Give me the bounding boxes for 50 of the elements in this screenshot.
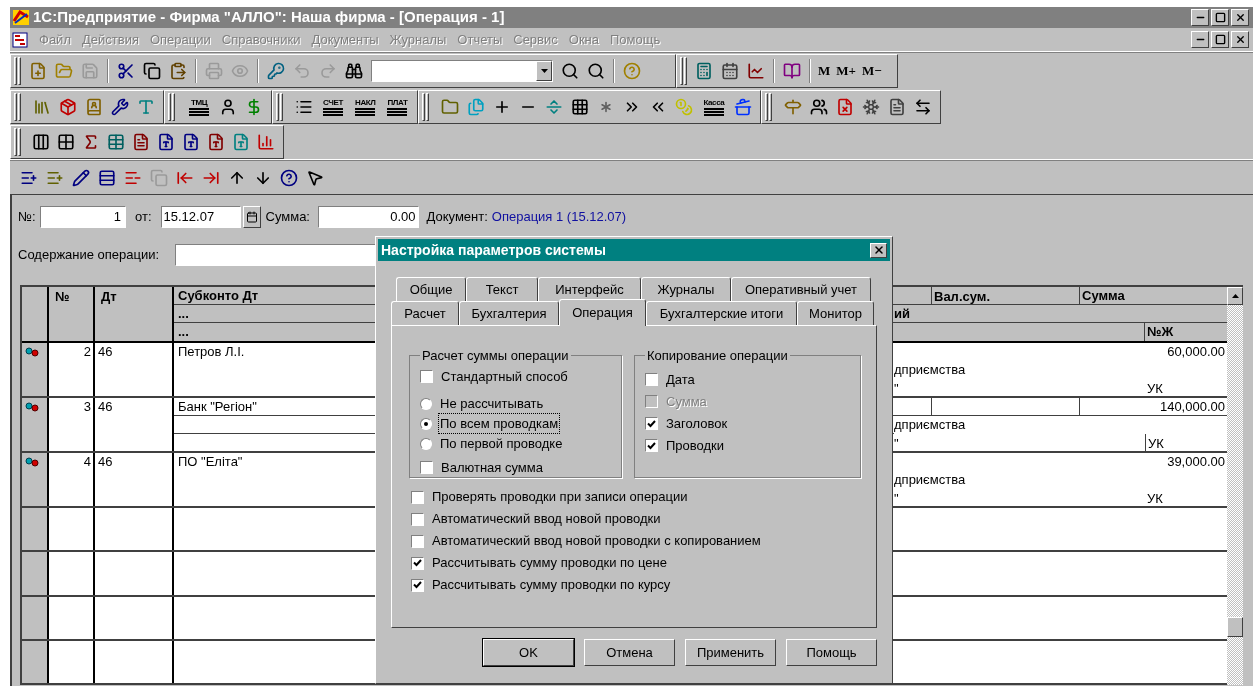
checkbox-label: Валютная сумма — [441, 458, 543, 477]
column-header: № — [49, 287, 95, 341]
table-cell-text: УК — [1146, 380, 1164, 397]
checkbox-label: Проверять проводки при записи операции — [432, 488, 688, 507]
checkbox-label: Заголовок — [666, 414, 728, 433]
table-cell-text: дприємства — [894, 361, 966, 380]
table-cell: 46 — [95, 453, 174, 506]
checkbox-label: Автоматический ввод новой проводки — [432, 510, 661, 529]
table-cell-text: ПО "Еліта" — [178, 453, 244, 472]
table-cell-text: Банк "Регіон" — [178, 397, 258, 416]
table-cell-text: УК — [1146, 490, 1164, 507]
radio-label: По первой проводке — [439, 434, 564, 453]
table-cell-text: " — [894, 435, 900, 451]
date-label: от: — [135, 208, 152, 227]
checkbox-label: Проводки — [666, 436, 725, 455]
dialog-title: Настройка параметров системы — [381, 240, 606, 260]
checkbox-label: Сумма — [666, 392, 707, 411]
table-cell-text: 39,000.00 — [1167, 453, 1225, 472]
number-label: №: — [18, 208, 37, 227]
checkbox-label: Автоматический ввод новой проводки с копированием — [432, 532, 761, 551]
table-cell-text: " — [894, 380, 900, 397]
radio-label: Не рассчитывать — [439, 394, 545, 413]
table-cell-text: дприємства — [894, 471, 966, 490]
table-cell: 4 — [49, 453, 95, 506]
sum-label: Сумма: — [265, 208, 311, 227]
group-title: Расчет суммы операции — [421, 347, 570, 365]
document-label: Документ: — [426, 208, 488, 227]
column-header: №Ж — [1146, 323, 1174, 341]
window-title: 1С:Предприятие - Фирма "АЛЛО": Наша фирма - [Операция - 1] — [33, 7, 505, 28]
table-cell: 46 — [95, 398, 174, 451]
group-title: Копирование операции — [646, 347, 789, 365]
column-header: Дт — [95, 287, 174, 341]
checkbox-label: Рассчитывать сумму проводки по курсу — [432, 576, 671, 595]
checkbox-label: Рассчитывать сумму проводки по цене — [432, 554, 667, 573]
table-cell: 3 — [49, 398, 95, 451]
checkbox-label: Дата — [666, 370, 695, 389]
table-cell-text: 60,000.00 — [1167, 343, 1225, 362]
content-label: Содержание операции: — [18, 246, 161, 265]
radio-label: По всем проводкам — [439, 413, 560, 434]
table-cell-text: " — [894, 490, 900, 507]
table-cell: 46 — [95, 343, 174, 396]
column-header: Вал.сум. — [932, 287, 1080, 304]
column-header: Сумма — [1081, 287, 1126, 304]
column-header: ... — [177, 323, 190, 341]
table-cell: 2 — [49, 343, 95, 396]
checkbox-label: Стандартный способ — [441, 367, 568, 386]
table-cell-text: Петров Л.І. — [178, 343, 246, 362]
table-cell-text: 140,000.00 — [1158, 397, 1226, 416]
column-header: ий — [894, 305, 910, 322]
table-cell-text: дприємства — [894, 416, 966, 435]
